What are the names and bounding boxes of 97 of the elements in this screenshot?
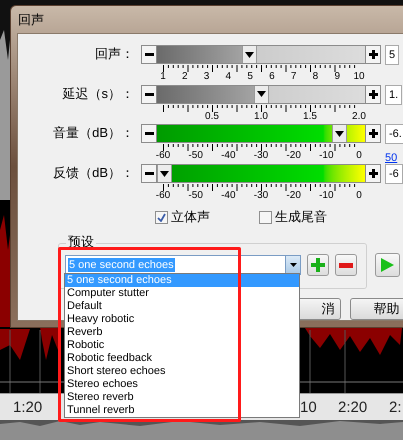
slider-label: 延迟（s）： — [62, 84, 134, 103]
slider-label: 回声： — [94, 45, 134, 63]
dropdown-option[interactable]: Stereo reverb — [65, 391, 299, 404]
dropdown-option[interactable]: Robotic — [65, 339, 299, 352]
tick-label: 0 — [356, 150, 362, 162]
minus-icon — [144, 172, 154, 176]
tick-label: 1.5 — [303, 110, 317, 122]
tick-label: -40 — [221, 150, 236, 162]
dropdown-button[interactable] — [285, 256, 300, 274]
plus-icon — [368, 169, 378, 178]
caret-icon — [290, 263, 296, 268]
tick-label: -60 — [156, 150, 170, 162]
time-label: 1:20 — [13, 400, 42, 416]
waveform — [40, 327, 60, 360]
slider-track[interactable] — [141, 45, 381, 64]
dropdown-option[interactable]: Heavy robotic — [65, 313, 299, 326]
tick-label: 10 — [353, 71, 365, 82]
slider-label: 音量（dB）： — [52, 124, 134, 142]
tick-label: -30 — [254, 150, 268, 162]
checkbox-option[interactable]: 立体声 — [155, 207, 210, 227]
plus-icon — [368, 90, 378, 99]
value-field[interactable]: -6 — [385, 164, 403, 184]
tick-label: 2 — [182, 71, 188, 82]
tick-label: 1 — [160, 71, 166, 82]
tick-label: -40 — [221, 190, 236, 202]
tick-label: 0 — [356, 190, 362, 202]
time-label: 2:20 — [338, 400, 368, 416]
plus-icon — [368, 50, 378, 59]
tick-label: 7 — [290, 71, 296, 82]
increase-button[interactable] — [365, 125, 380, 142]
tick-label: 8 — [312, 71, 318, 82]
tick-label: 4 — [226, 71, 232, 82]
decrease-button[interactable] — [142, 165, 157, 182]
tick-label: 0.5 — [205, 110, 219, 122]
tick-label: -50 — [188, 150, 203, 162]
slider-track[interactable] — [141, 124, 381, 144]
tick-label: 1.0 — [254, 110, 268, 122]
play-icon — [381, 258, 394, 272]
minus-icon — [339, 262, 353, 268]
decrease-button[interactable] — [142, 86, 157, 103]
minus-icon — [144, 92, 154, 96]
value-field[interactable]: 1. — [385, 84, 402, 105]
combobox-value: 5 one second echoes — [68, 258, 175, 272]
slider-thumb[interactable] — [254, 86, 269, 103]
value-field[interactable]: 5 — [385, 45, 400, 65]
play-button[interactable] — [375, 253, 400, 278]
dropdown-option[interactable]: Short stereo echoes — [65, 365, 299, 378]
check-icon — [157, 212, 166, 222]
minus-icon — [144, 132, 154, 136]
tick-label: 6 — [269, 71, 275, 82]
slider-track[interactable] — [141, 84, 381, 104]
dropdown-option[interactable]: Tunnel reverb — [65, 404, 299, 417]
triangle-icon — [257, 91, 266, 98]
tick-label: 3 — [204, 71, 210, 82]
plus-icon — [311, 258, 325, 272]
dropdown-option[interactable]: Stereo echoes — [65, 378, 299, 391]
decrease-button[interactable] — [142, 46, 157, 63]
dropdown-option[interactable]: Reverb — [65, 326, 299, 339]
value-link[interactable]: 50 — [385, 152, 398, 164]
checkbox[interactable] — [259, 210, 272, 224]
triangle-icon — [160, 170, 169, 177]
minus-icon — [144, 53, 154, 56]
dropdown-option[interactable]: Default — [65, 300, 299, 313]
plus-icon — [368, 129, 378, 138]
tick-label: 2.0 — [352, 110, 366, 122]
triangle-icon — [245, 52, 254, 58]
increase-button[interactable] — [365, 86, 380, 103]
tick-label: -50 — [188, 190, 203, 202]
time-label: 10 — [300, 400, 317, 416]
slider-thumb[interactable] — [157, 165, 172, 182]
triangle-icon — [334, 130, 344, 137]
time-label: 2: — [389, 400, 402, 416]
tick-label: -10 — [319, 190, 334, 202]
dropdown-option[interactable]: Robotic feedback — [65, 352, 299, 365]
remove-button[interactable] — [335, 254, 357, 276]
tick-label: -60 — [156, 190, 170, 202]
tick-label: -10 — [319, 150, 334, 162]
slider-thumb[interactable] — [242, 46, 258, 63]
decrease-button[interactable] — [142, 125, 157, 142]
tick-label: -30 — [254, 190, 268, 202]
help-button[interactable]: 帮助 — [350, 298, 403, 320]
tick-label: 5 — [247, 71, 253, 82]
tick-label: 9 — [334, 71, 340, 82]
slider-label: 反馈（dB）： — [52, 164, 134, 182]
tick-label: -20 — [286, 150, 301, 162]
checkbox-option[interactable]: 生成尾音 — [259, 207, 327, 227]
increase-button[interactable] — [365, 46, 380, 63]
waveform — [0, 329, 30, 360]
window-title: 回声 — [18, 13, 44, 27]
slider-thumb[interactable] — [332, 125, 347, 142]
checkbox[interactable] — [155, 210, 168, 224]
value-field[interactable]: -6. — [385, 124, 403, 144]
dropdown-option[interactable]: Computer stutter — [65, 287, 299, 300]
slider-track[interactable] — [141, 164, 381, 184]
increase-button[interactable] — [365, 165, 380, 182]
add-button[interactable] — [307, 254, 329, 276]
tick-label: -20 — [286, 190, 301, 202]
